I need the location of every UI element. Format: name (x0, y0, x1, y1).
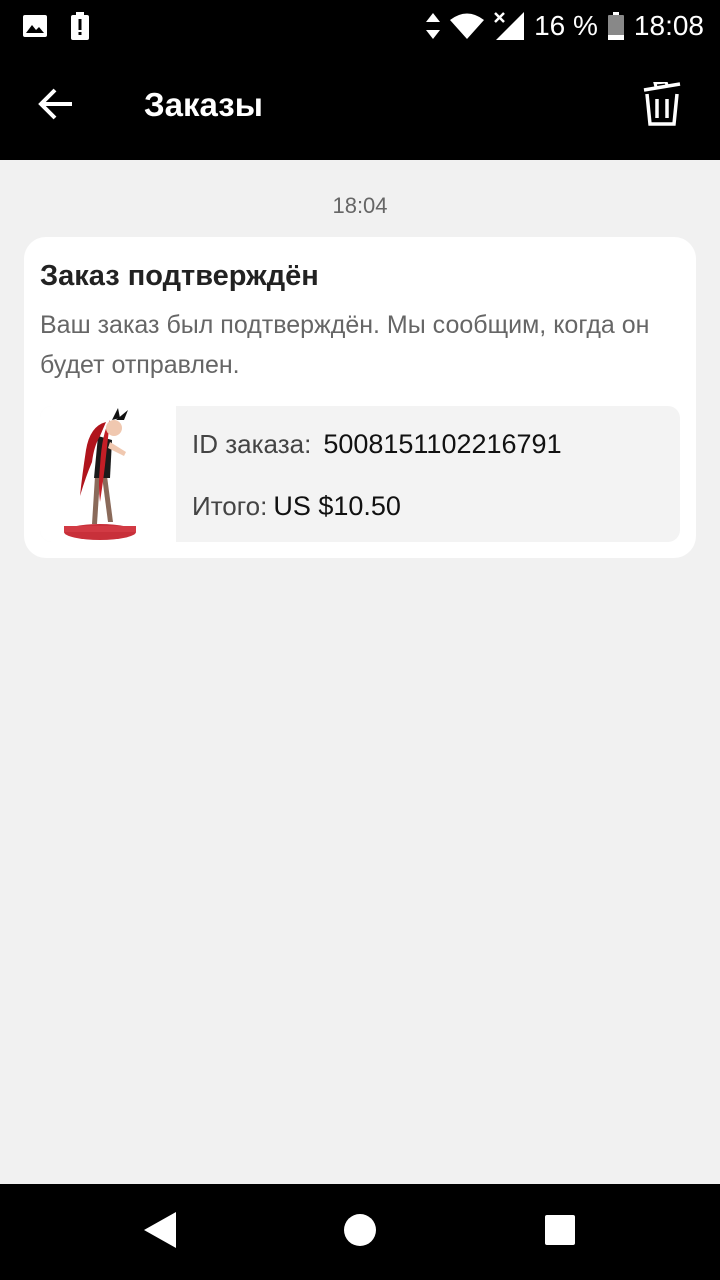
battery-icon (607, 12, 624, 40)
data-arrows-icon (426, 13, 441, 39)
back-triangle-icon (142, 1210, 178, 1255)
battery-percent: 16 % (534, 10, 598, 41)
back-button[interactable] (28, 78, 84, 134)
page-title: Заказы (144, 86, 263, 123)
order-summary[interactable]: ID заказа: 5008151102216791 Итого: US $1… (40, 406, 680, 542)
nav-back-button[interactable] (136, 1208, 184, 1256)
order-info: ID заказа: 5008151102216791 Итого: US $1… (192, 406, 672, 542)
order-id-row: ID заказа: 5008151102216791 (192, 426, 562, 462)
product-image (40, 406, 176, 542)
message-timestamp: 18:04 (332, 193, 388, 218)
order-message-card: Заказ подтверждён Ваш заказ был подтверж… (24, 237, 696, 558)
system-nav-bar (0, 1184, 720, 1280)
order-id-label: ID заказа: (192, 429, 312, 459)
message-title: Заказ подтверждён (40, 260, 319, 292)
nav-home-button[interactable] (336, 1208, 384, 1256)
order-total-value: US $10.50 (273, 491, 401, 521)
recents-square-icon (544, 1214, 576, 1251)
app-bar: Заказы (0, 52, 720, 160)
signal-off-icon (494, 12, 525, 40)
order-total-label: Итого: (192, 491, 268, 521)
nav-recents-button[interactable] (536, 1208, 584, 1256)
battery-alert-icon (70, 12, 90, 40)
home-circle-icon (343, 1213, 377, 1252)
status-time: 18:08 (633, 10, 704, 41)
delete-button[interactable] (632, 76, 692, 136)
order-id-value: 5008151102216791 (323, 429, 562, 459)
trash-icon (641, 79, 683, 131)
image-notification-icon (22, 14, 48, 38)
arrow-left-icon (38, 88, 74, 125)
order-total-row: Итого: US $10.50 (192, 488, 401, 524)
orders-screen: 16 % 18:08 Заказы 18:04 Заказ подтверждё… (0, 0, 720, 1280)
message-text: Ваш заказ был подтверждён. Мы сообщим, к… (40, 311, 650, 379)
status-bar: 16 % 18:08 (0, 0, 720, 52)
wifi-icon (450, 13, 485, 39)
